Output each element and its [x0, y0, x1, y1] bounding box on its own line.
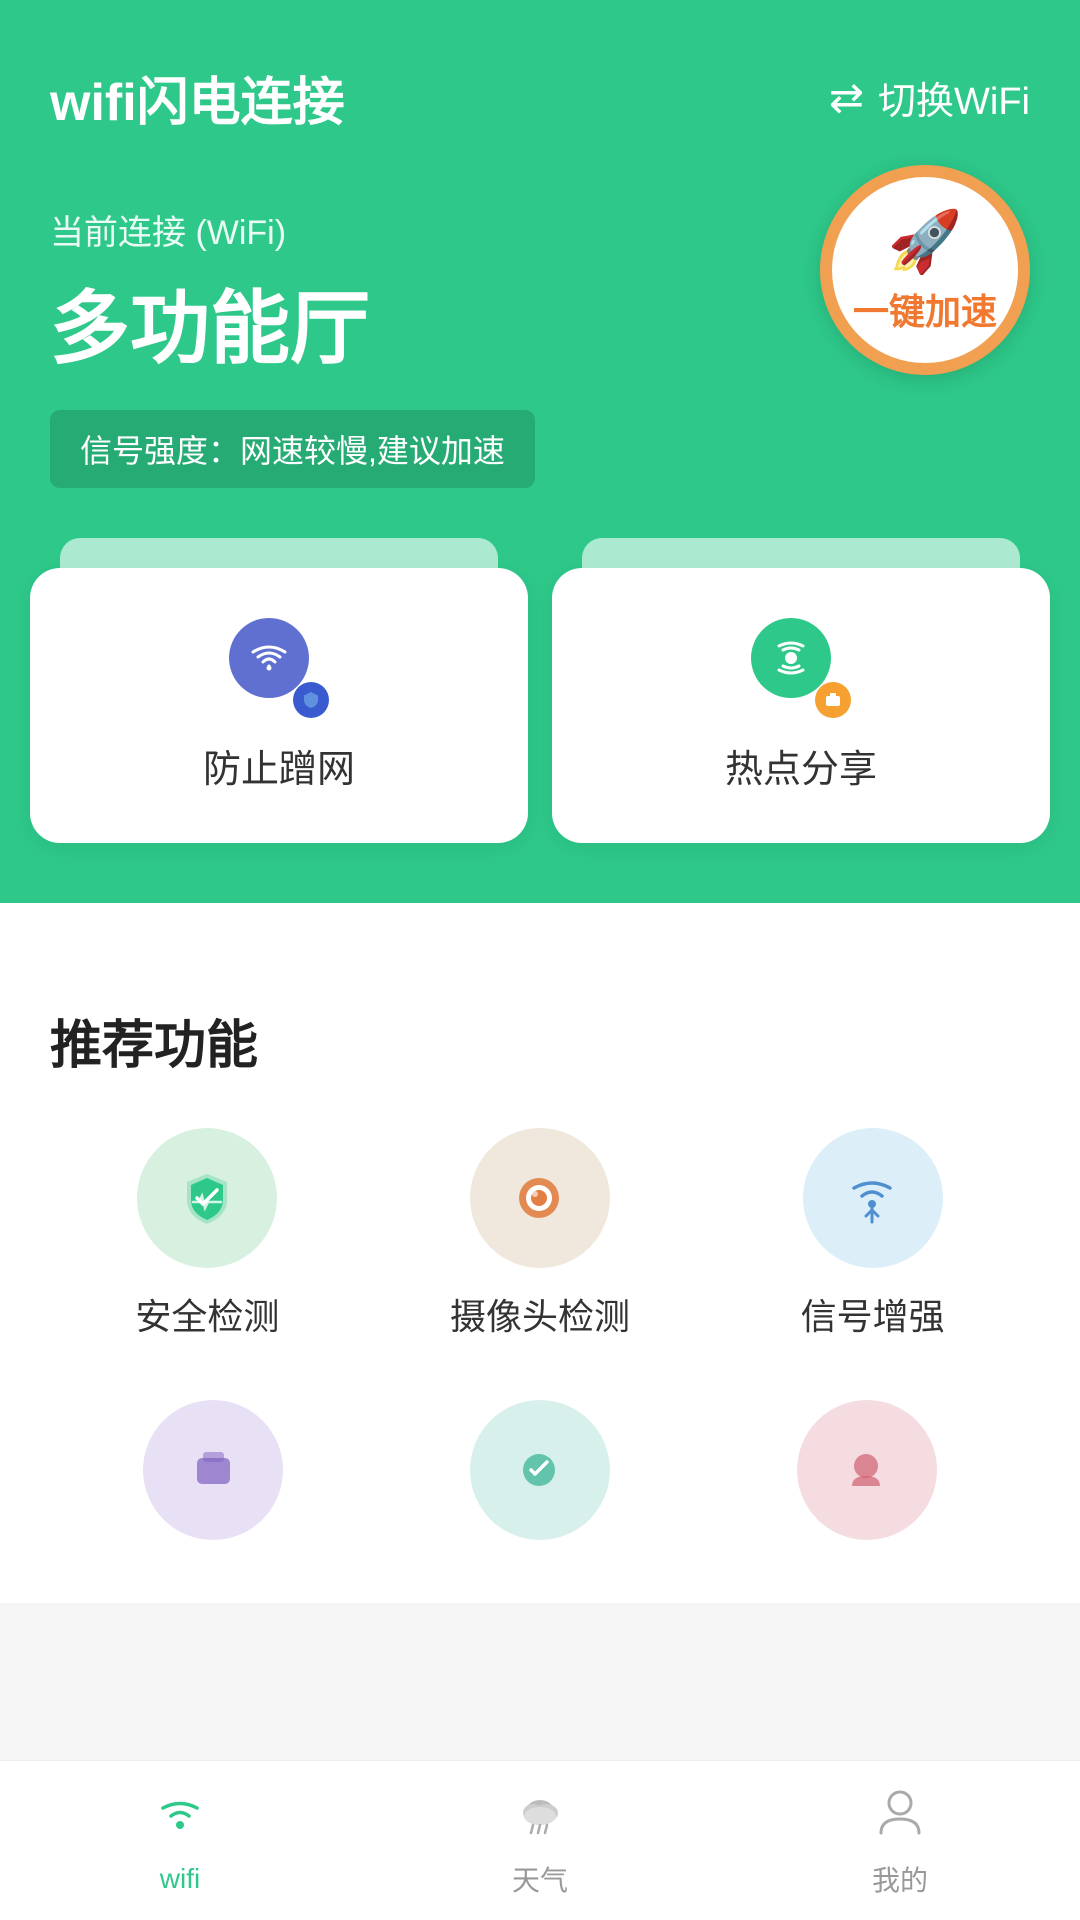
app-header: wifi闪电连接 ⇄ 切换WiFi	[0, 0, 1080, 165]
nav-wifi-icon	[153, 1787, 208, 1855]
switch-wifi-button[interactable]: ⇄ 切换WiFi	[829, 70, 1030, 125]
signal-icon	[803, 1128, 943, 1268]
speed-button-label: 一键加速	[853, 283, 997, 335]
nav-weather[interactable]: 天气	[360, 1761, 720, 1920]
nav-weather-label: 天气	[512, 1859, 568, 1899]
app-title: wifi闪电连接	[50, 60, 345, 135]
feature-extra-2[interactable]	[470, 1400, 610, 1540]
recommended-grid-1: 安全检测 摄像头检测	[50, 1128, 1030, 1340]
nav-wifi[interactable]: wifi	[0, 1761, 360, 1920]
card-hotspot[interactable]: 热点分享	[552, 568, 1050, 843]
cards-row: 防止蹭网	[30, 568, 1050, 843]
card-freeload-label: 防止蹭网	[203, 738, 355, 793]
quick-features-section: 防止蹭网	[0, 568, 1080, 843]
feature-signal-label: 信号增强	[801, 1288, 945, 1340]
extra-2-icon	[470, 1400, 610, 1540]
recommended-title: 推荐功能	[50, 1003, 1030, 1078]
switch-wifi-label: 切换WiFi	[878, 70, 1030, 125]
nav-my-label: 我的	[872, 1859, 928, 1899]
extra-1-icon	[143, 1400, 283, 1540]
connection-section: 当前连接 (WiFi) 多功能厅 信号强度：网速较慢,建议加速 🚀 一键加速	[0, 165, 1080, 528]
bottom-nav: wifi 天气 我的	[0, 1760, 1080, 1920]
nav-weather-icon	[513, 1783, 568, 1851]
camera-icon	[470, 1128, 610, 1268]
nav-my-icon	[873, 1783, 928, 1851]
feature-security[interactable]: 安全检测	[135, 1128, 279, 1340]
signal-badge: 信号强度：网速较慢,建议加速	[50, 410, 535, 488]
card-hotspot-label: 热点分享	[725, 738, 877, 793]
speed-button[interactable]: 🚀 一键加速	[820, 165, 1030, 375]
feature-camera[interactable]: 摄像头检测	[450, 1128, 630, 1340]
feature-security-label: 安全检测	[135, 1288, 279, 1340]
freeload-icon	[229, 618, 329, 718]
feature-signal[interactable]: 信号增强	[801, 1128, 945, 1340]
card-freeload[interactable]: 防止蹭网	[30, 568, 528, 843]
nav-my[interactable]: 我的	[720, 1761, 1080, 1920]
security-icon	[137, 1128, 277, 1268]
nav-wifi-label: wifi	[160, 1863, 200, 1895]
rocket-icon: 🚀	[888, 206, 963, 277]
feature-extra-3[interactable]	[797, 1400, 937, 1540]
main-content: 推荐功能 安全检测	[0, 903, 1080, 1603]
hotspot-icon	[751, 618, 851, 718]
feature-extra-1[interactable]	[143, 1400, 283, 1540]
extra-3-icon	[797, 1400, 937, 1540]
switch-icon: ⇄	[829, 73, 864, 122]
recommended-grid-2	[50, 1400, 1030, 1540]
feature-camera-label: 摄像头检测	[450, 1288, 630, 1340]
